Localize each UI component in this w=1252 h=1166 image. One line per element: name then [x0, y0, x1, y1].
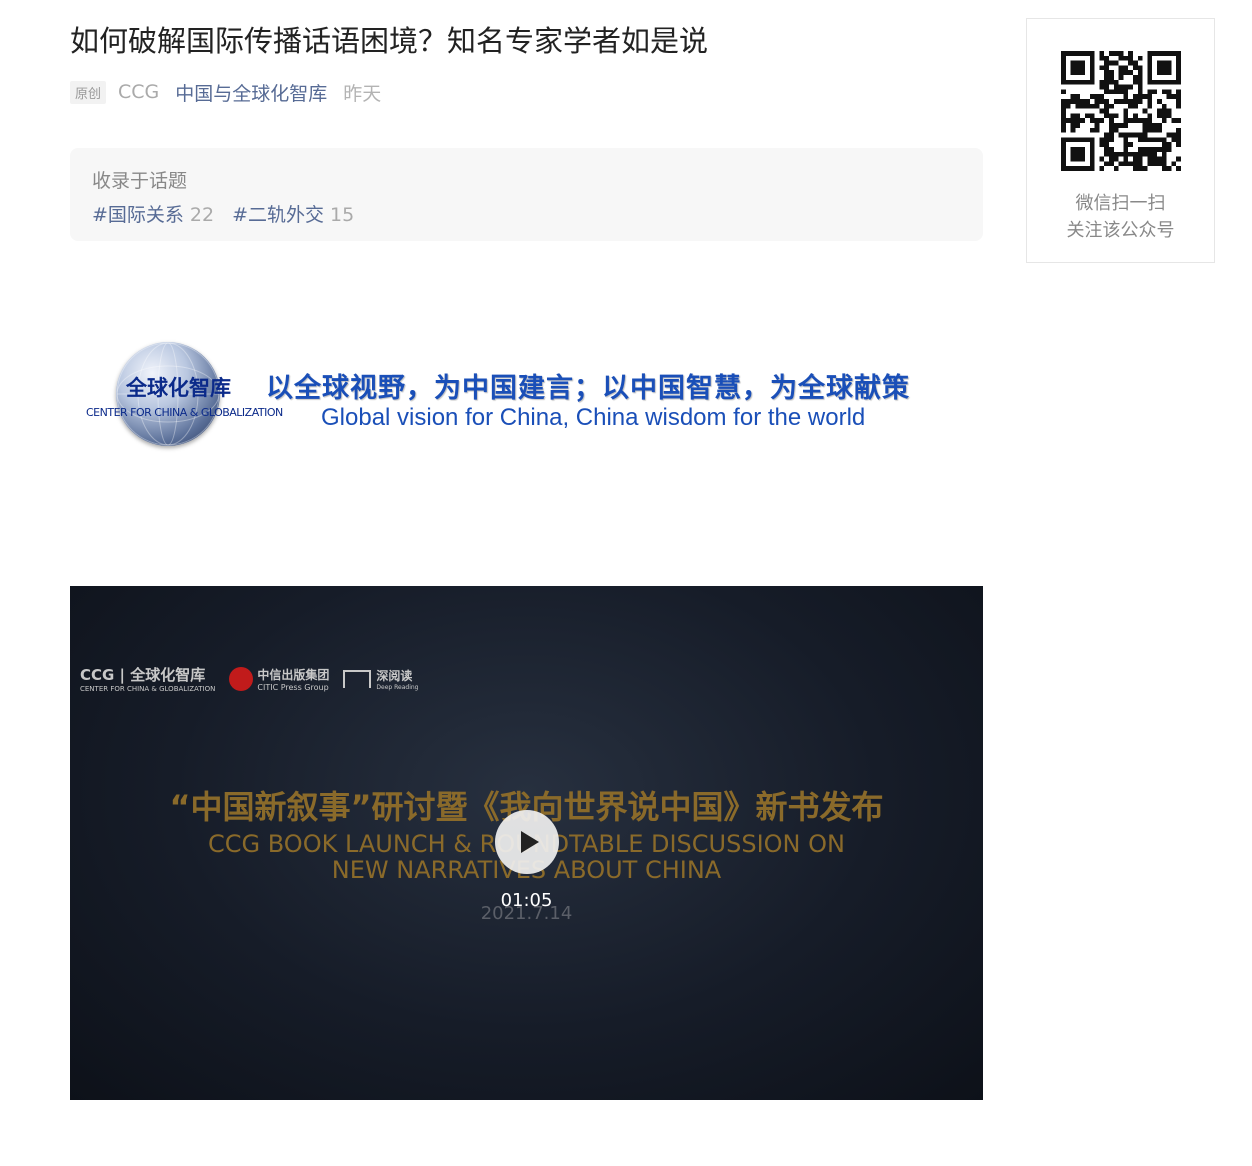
citic-logo-en: CITIC Press Group — [257, 682, 329, 692]
citic-logo: 中信出版集团 CITIC Press Group — [229, 666, 329, 692]
citic-logo-text: 中信出版集团 — [257, 667, 330, 682]
deep-logo-text: 深阅读 — [376, 668, 413, 683]
slogan-chinese: 以全球视野，为中国建言；以中国智慧，为全球献策 — [266, 373, 910, 404]
topic-tags: #国际关系 22 #二轨外交 15 — [92, 200, 372, 227]
video-duration: 01:05 — [500, 890, 553, 911]
topic-tag-count: 22 — [189, 204, 215, 226]
deep-logo-en: Deep Reading — [376, 683, 419, 691]
topic-tag-international-relations[interactable]: #国际关系 22 — [92, 200, 214, 227]
ccg-banner-image: 全球化智库 CENTER FOR CHINA & GLOBALIZATION 以… — [86, 338, 982, 453]
play-button[interactable] — [495, 810, 559, 874]
topic-tag-count: 15 — [330, 204, 355, 226]
qr-scan-text: 微信扫一扫 — [1075, 193, 1166, 214]
publish-time: 昨天 — [343, 82, 382, 105]
topic-tag-track-two-diplomacy[interactable]: #二轨外交 15 — [232, 200, 354, 227]
topic-tag-name: #国际关系 — [92, 204, 184, 226]
author-name: CCG — [118, 81, 160, 103]
topics-box: 收录于话题 #国际关系 22 #二轨外交 15 — [70, 148, 983, 241]
account-link[interactable]: 中国与全球化智库 — [175, 79, 327, 106]
deep-reading-logo: 深阅读 Deep Reading — [343, 667, 418, 691]
video-logos: CCG | 全球化智库 CENTER FOR CHINA & GLOBALIZA… — [80, 664, 418, 693]
topic-tag-name: #二轨外交 — [232, 204, 325, 226]
article-meta: 原创 CCG 中国与全球化智库 昨天 — [70, 79, 381, 105]
article-title: 如何破解国际传播话语困境？知名专家学者如是说 — [70, 24, 709, 58]
ccg-logo: CCG | 全球化智库 CENTER FOR CHINA & GLOBALIZA… — [80, 664, 215, 693]
qr-code-card: 微信扫一扫 关注该公众号 — [1026, 18, 1215, 263]
play-icon — [521, 831, 539, 853]
globe-logo-en: CENTER FOR CHINA & GLOBALIZATION — [86, 406, 283, 419]
ccg-logo-text: CCG | 全球化智库 — [80, 666, 206, 684]
deep-reading-icon — [343, 669, 372, 688]
video-player[interactable]: CCG | 全球化智库 CENTER FOR CHINA & GLOBALIZA… — [70, 586, 983, 1100]
slogan-english: Global vision for China, China wisdom fo… — [321, 404, 866, 431]
qr-follow-text: 关注该公众号 — [1066, 220, 1175, 241]
globe-logo-text: 全球化智库 — [126, 376, 231, 400]
topics-label: 收录于话题 — [92, 170, 188, 192]
original-badge: 原创 — [70, 80, 107, 104]
qr-code-icon — [1061, 51, 1181, 171]
citic-circle-icon — [229, 666, 254, 691]
ccg-logo-en: CENTER FOR CHINA & GLOBALIZATION — [80, 685, 216, 693]
